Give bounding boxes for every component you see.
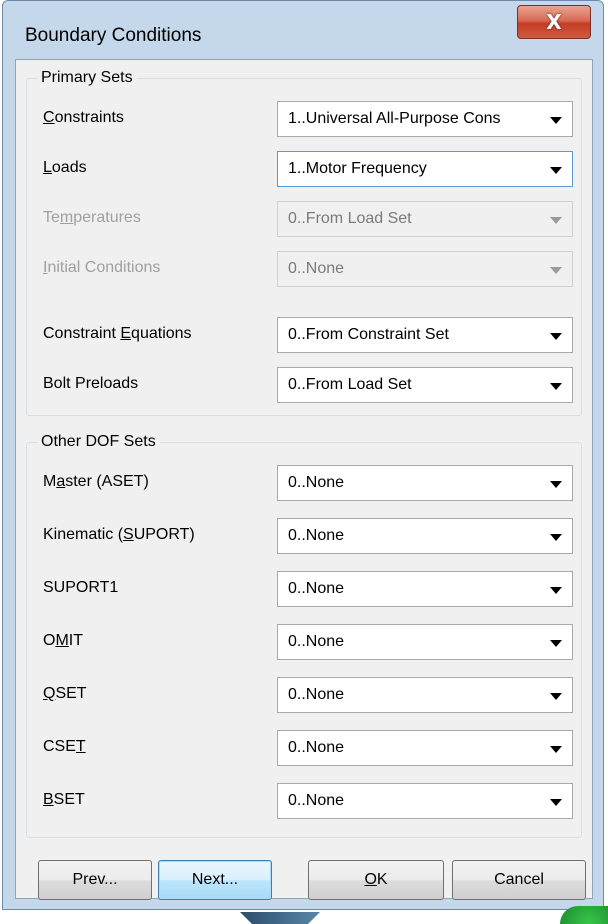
prev-button[interactable]: Prev... [38,860,152,900]
constraints-value: 1..Universal All-Purpose Cons [288,110,501,127]
temperatures-label: Temperatures [43,209,141,226]
suport1-label: SUPORT1 [43,579,119,596]
qset-value: 0..None [288,686,345,703]
omit-dropdown[interactable]: 0..None [277,624,573,660]
chevron-down-icon [550,534,562,541]
loads-dropdown[interactable]: 1..Motor Frequency [277,151,573,187]
bolt-preloads-dropdown[interactable]: 0..From Load Set [277,367,573,403]
bset-dropdown[interactable]: 0..None [277,783,573,819]
next-button[interactable]: Next... [158,860,272,900]
master-aset-value: 0..None [288,474,345,491]
cancel-button[interactable]: Cancel [452,860,586,900]
ok-button[interactable]: OK [308,860,444,900]
kinematic-suport-dropdown[interactable]: 0..None [277,518,573,554]
master-aset-dropdown[interactable]: 0..None [277,465,573,501]
chevron-down-icon [550,333,562,340]
chevron-down-icon [550,746,562,753]
window-title: Boundary Conditions [25,25,202,46]
qset-label: QSET [43,685,87,702]
chevron-down-icon [550,693,562,700]
constraint-equations-value: 0..From Constraint Set [288,326,449,343]
bolt-preloads-label: Bolt Preloads [43,375,139,392]
chevron-down-icon [550,167,562,174]
primary-sets-group: Primary Sets Constraints 1..Universal Al… [26,69,582,416]
cset-value: 0..None [288,739,345,756]
constraint-equations-dropdown[interactable]: 0..From Constraint Set [277,317,573,353]
chevron-down-icon [550,587,562,594]
close-icon: X [546,10,562,34]
background-decoration [240,912,320,924]
chevron-down-icon [550,117,562,124]
chevron-down-icon [550,217,562,224]
other-dof-sets-group: Other DOF Sets Master (ASET) 0..None Kin… [26,433,582,838]
next-button-label: Next... [191,871,239,888]
initial-conditions-dropdown: 0..None [277,251,573,287]
cset-label: CSET [43,738,86,755]
chevron-down-icon [550,799,562,806]
qset-dropdown[interactable]: 0..None [277,677,573,713]
chevron-down-icon [550,481,562,488]
temperatures-value: 0..From Load Set [288,210,412,227]
kinematic-suport-label: Kinematic (SUPORT) [43,526,195,543]
chevron-down-icon [550,267,562,274]
omit-label: OMIT [43,632,83,649]
bset-label: BSET [43,791,85,808]
dialog-client-area: Primary Sets Constraints 1..Universal Al… [15,59,593,900]
bolt-preloads-value: 0..From Load Set [288,376,412,393]
chevron-down-icon [550,383,562,390]
initial-conditions-value: 0..None [288,260,345,277]
dialog-window: Boundary Conditions X Primary Sets Const… [2,0,604,910]
ok-button-label: OK [364,871,388,888]
cset-dropdown[interactable]: 0..None [277,730,573,766]
master-aset-label: Master (ASET) [43,473,149,490]
omit-value: 0..None [288,633,345,650]
background-decoration-green [560,906,608,924]
initial-conditions-label: Initial Conditions [43,259,161,276]
chevron-down-icon [550,640,562,647]
other-dof-sets-label: Other DOF Sets [37,433,160,451]
bset-value: 0..None [288,792,345,809]
primary-sets-label: Primary Sets [37,69,137,87]
loads-label: Loads [43,159,87,176]
constraints-label: Constraints [43,109,124,126]
loads-value: 1..Motor Frequency [288,160,427,177]
title-bar[interactable]: Boundary Conditions X [3,1,603,65]
prev-button-label: Prev... [72,871,118,888]
constraints-dropdown[interactable]: 1..Universal All-Purpose Cons [277,101,573,137]
close-button[interactable]: X [517,5,591,39]
suport1-value: 0..None [288,580,345,597]
cancel-button-label: Cancel [494,871,544,888]
constraint-equations-label: Constraint Equations [43,325,192,342]
suport1-dropdown[interactable]: 0..None [277,571,573,607]
temperatures-dropdown: 0..From Load Set [277,201,573,237]
kinematic-suport-value: 0..None [288,527,345,544]
